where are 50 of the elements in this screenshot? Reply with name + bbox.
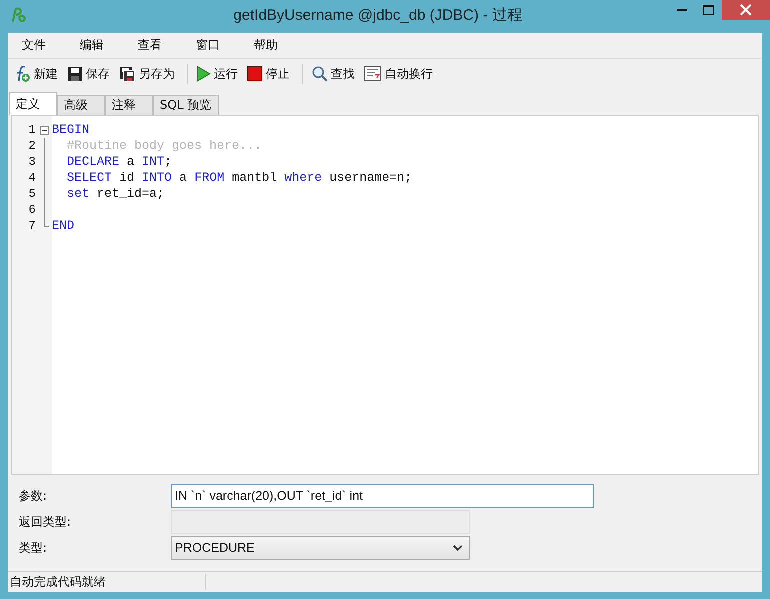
code-line: END (52, 219, 75, 233)
collapse-icon[interactable] (40, 126, 49, 134)
toolbar-button[interactable]: 保存 (64, 64, 113, 84)
toolbar-button[interactable]: 自动换行 (361, 64, 436, 84)
text-wrap-icon (364, 66, 382, 82)
code-line: SELECT id INTO a FROM mantbl where username=n; (67, 171, 412, 185)
app-icon (10, 6, 28, 24)
floppy-icon (119, 66, 136, 82)
status-text: 自动完成代码就绪 (9, 574, 107, 590)
field-label: 返回类型: (18, 514, 72, 530)
tab[interactable]: 高级 (57, 95, 105, 115)
maximize-icon (703, 5, 714, 15)
parameters-field[interactable]: IN `n` varchar(20),OUT `ret_id` int (171, 484, 594, 508)
line-number: 4 (28, 171, 37, 185)
line-number: 7 (28, 219, 37, 233)
window-title: getIdByUsername @jdbc_db (JDBC) - 过程 (232, 6, 524, 26)
minimize-icon (676, 9, 686, 11)
code-line: BEGIN (52, 123, 90, 137)
code-line: #Routine body goes here... (67, 139, 262, 153)
line-number: 1 (28, 123, 37, 137)
field-label: 参数: (18, 488, 48, 504)
line-number: 5 (28, 187, 37, 201)
field-label: 类型: (18, 540, 48, 556)
menu-item[interactable]: 查看 (128, 37, 172, 54)
tab[interactable]: SQL 预览 (153, 95, 219, 115)
line-number: 6 (28, 203, 37, 217)
close-button[interactable] (722, 0, 770, 20)
stop-icon (247, 66, 263, 82)
toolbar-button[interactable]: 停止 (244, 64, 293, 84)
close-icon (740, 4, 752, 16)
menu-item[interactable]: 文件 (12, 37, 56, 54)
chevron-down-icon (453, 544, 463, 552)
floppy-icon (67, 66, 83, 82)
toolbar-button[interactable]: 查找 (309, 64, 358, 84)
menu-item[interactable]: 帮助 (244, 37, 288, 54)
menu-item[interactable]: 编辑 (70, 37, 114, 54)
tab[interactable]: 注释 (105, 95, 153, 115)
code-editor[interactable]: 1 2 3 4 5 6 7 BEGIN #Routine body goes here... DECLARE a INT; SELECT id INTO a FROM mantbl where username=n; set ret_id=a; END (11, 115, 759, 475)
line-number: 2 (28, 139, 37, 153)
type-dropdown[interactable]: PROCEDURE (171, 536, 470, 560)
search-icon (312, 66, 328, 82)
toolbar-button[interactable]: 新建 (10, 63, 61, 85)
code-line: set ret_id=a; (67, 187, 165, 201)
code-line: DECLARE a INT; (67, 155, 172, 169)
line-number: 3 (28, 155, 37, 169)
play-icon (197, 66, 211, 82)
tab[interactable]: 定义 (9, 92, 57, 115)
toolbar-button[interactable]: 运行 (194, 64, 241, 84)
toolbar-button[interactable]: 另存为 (116, 64, 178, 84)
menu-item[interactable]: 窗口 (186, 37, 230, 54)
